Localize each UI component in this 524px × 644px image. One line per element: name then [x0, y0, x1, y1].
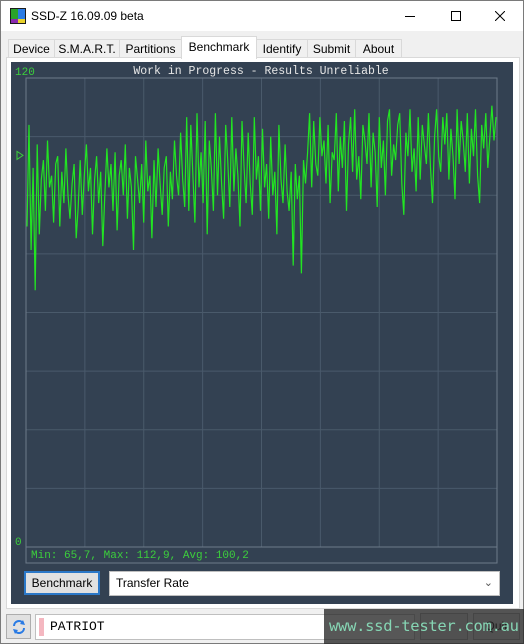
chart-title: Work in Progress - Results Unreliable — [133, 65, 388, 78]
y-tick-label-top: 120 — [15, 67, 35, 79]
benchmark-chart: 120 0 Work in Progress - Results Unrelia… — [15, 65, 498, 564]
watermark: www.ssd-tester.com.au — [324, 609, 524, 644]
benchmark-mode-select[interactable]: Transfer Rate ⌄ — [109, 571, 500, 596]
tab-benchmark[interactable]: Benchmark — [181, 36, 257, 59]
refresh-icon — [12, 619, 25, 634]
benchmark-mode-value: Transfer Rate — [116, 576, 189, 590]
refresh-button[interactable] — [6, 614, 31, 639]
chart-stats-text: Min: 65,7, Max: 112,9, Avg: 100,2 — [31, 550, 249, 562]
chevron-down-icon: ⌄ — [483, 577, 493, 589]
benchmark-button[interactable]: Benchmark — [24, 571, 100, 595]
drive-color-marker — [39, 618, 44, 636]
drive-name: PATRIOT — [50, 619, 105, 634]
y-tick-label-bottom: 0 — [15, 537, 22, 549]
watermark-text: www.ssd-tester.com.au — [329, 617, 519, 635]
avg-marker-icon — [16, 150, 24, 161]
